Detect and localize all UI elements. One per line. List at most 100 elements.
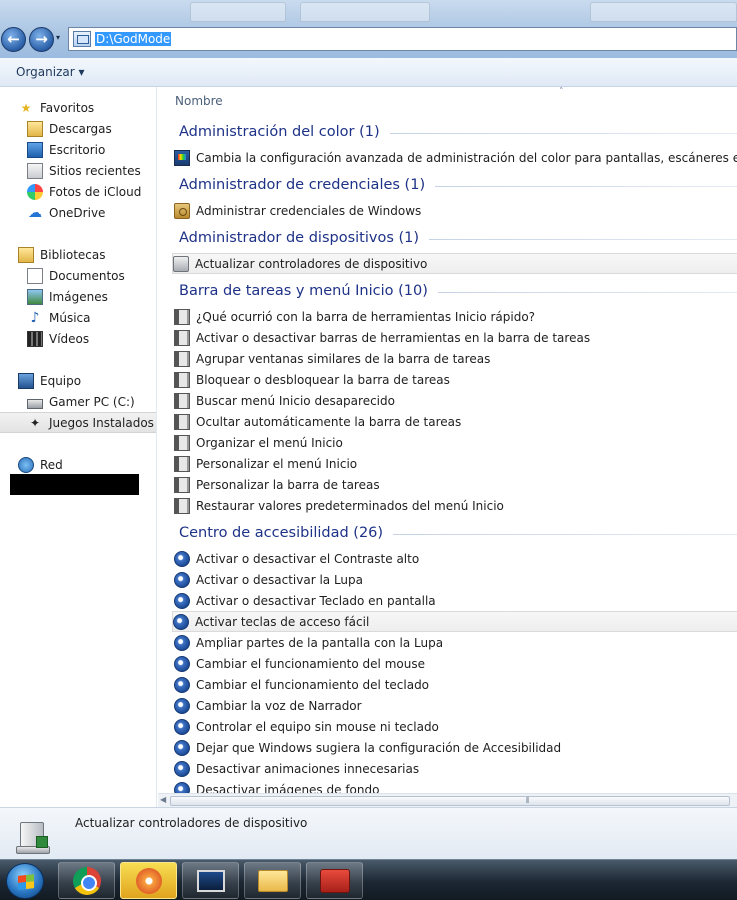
sidebar-item-desktop[interactable]: Escritorio	[27, 139, 105, 160]
sidebar-item-label: Equipo	[40, 373, 82, 388]
group-header[interactable]: Administrador de credenciales (1)	[179, 174, 737, 196]
list-item[interactable]: Ocultar automáticamente la barra de tare…	[174, 411, 737, 432]
group-header[interactable]: Administrador de dispositivos (1)	[179, 227, 737, 249]
playstation-drive-icon: ✦	[29, 415, 41, 430]
background-tab[interactable]	[300, 2, 430, 22]
group-divider	[437, 291, 737, 293]
taskbar-icon	[174, 434, 190, 451]
forward-button[interactable]: →	[29, 27, 54, 52]
credential-vault-icon	[174, 202, 190, 219]
ease-of-access-icon	[174, 718, 190, 735]
list-item[interactable]: Cambiar la voz de Narrador	[174, 695, 737, 716]
start-button[interactable]	[6, 863, 44, 899]
item-label: Personalizar la barra de tareas	[196, 477, 380, 492]
sidebar-item-icloud-photos[interactable]: Fotos de iCloud	[27, 181, 141, 202]
scrollbar-thumb[interactable]: ⦀	[170, 796, 730, 806]
sidebar-favorites[interactable]: ★ Favoritos	[18, 97, 95, 118]
ease-of-access-icon	[174, 571, 190, 588]
sidebar-item-music[interactable]: ♪ Música	[27, 307, 91, 328]
list-item[interactable]: Restaurar valores predeterminados del me…	[174, 495, 737, 516]
ease-of-access-icon	[174, 781, 190, 793]
list-item-selected[interactable]: Actualizar controladores de dispositivo	[172, 253, 737, 274]
list-item[interactable]: Personalizar el menú Inicio	[174, 453, 737, 474]
windows-taskbar	[0, 859, 737, 900]
list-item[interactable]: Activar o desactivar la Lupa	[174, 569, 737, 590]
item-label: Agrupar ventanas similares de la barra d…	[196, 351, 491, 366]
background-tab[interactable]	[590, 2, 737, 22]
taskbar-app-toolbox[interactable]	[306, 862, 363, 899]
list-item[interactable]: Controlar el equipo sin mouse ni teclado	[174, 716, 737, 737]
ease-of-access-icon	[174, 739, 190, 756]
item-label: Actualizar controladores de dispositivo	[195, 256, 428, 271]
chevron-down-icon: ▾	[78, 65, 85, 79]
taskbar-icon	[174, 329, 190, 346]
taskbar-app-display[interactable]	[182, 862, 239, 899]
list-item[interactable]: Organizar el menú Inicio	[174, 432, 737, 453]
folder-icon	[257, 869, 288, 892]
group-title: Administración del color (1)	[179, 124, 380, 140]
taskbar-app-explorer[interactable]	[244, 862, 301, 899]
group-header[interactable]: Barra de tareas y menú Inicio (10)	[179, 280, 737, 302]
file-list: Nombre ˄ Administración del color (1) Ca…	[158, 87, 737, 793]
ease-of-access-icon	[174, 676, 190, 693]
sidebar-item-label: Sitios recientes	[49, 163, 141, 178]
list-item[interactable]: Activar o desactivar Teclado en pantalla	[174, 590, 737, 611]
taskbar-icon	[174, 392, 190, 409]
sidebar-item-downloads[interactable]: Descargas	[27, 118, 112, 139]
group-title: Administrador de dispositivos (1)	[179, 230, 420, 246]
background-tab[interactable]	[190, 2, 286, 22]
taskbar-app-orange[interactable]	[120, 862, 177, 899]
list-item[interactable]: Agrupar ventanas similares de la barra d…	[174, 348, 737, 369]
recent-pages-dropdown[interactable]: ▾	[56, 33, 66, 45]
sidebar-item-drive-d[interactable]: ✦ Juegos Instalados (D	[0, 412, 156, 433]
list-item[interactable]: Personalizar la barra de tareas	[174, 474, 737, 495]
list-item[interactable]: Desactivar animaciones innecesarias	[174, 758, 737, 779]
sidebar-item-recent-places[interactable]: Sitios recientes	[27, 160, 141, 181]
sidebar-item-documents[interactable]: Documentos	[27, 265, 125, 286]
address-path[interactable]: D:\GodMode	[95, 32, 172, 46]
recent-places-icon	[27, 162, 43, 179]
item-label: Cambiar la voz de Narrador	[196, 698, 362, 713]
list-item[interactable]: ¿Qué ocurrió con la barra de herramienta…	[174, 306, 737, 327]
control-panel-icon	[73, 31, 91, 47]
list-item-hovered[interactable]: Activar teclas de acceso fácil	[172, 611, 737, 632]
column-name-header[interactable]: Nombre	[175, 94, 223, 108]
back-button[interactable]: ←	[1, 27, 26, 52]
group-divider	[389, 132, 737, 134]
downloads-folder-icon	[27, 120, 43, 137]
group-header[interactable]: Administración del color (1)	[179, 121, 737, 143]
sidebar-computer[interactable]: Equipo	[18, 370, 81, 391]
ease-of-access-icon	[174, 697, 190, 714]
list-item[interactable]: Ampliar partes de la pantalla con la Lup…	[174, 632, 737, 653]
sidebar-network[interactable]: Red	[18, 454, 63, 475]
list-item[interactable]: Administrar credenciales de Windows	[174, 200, 737, 221]
list-item[interactable]: Activar o desactivar barras de herramien…	[174, 327, 737, 348]
sidebar-item-videos[interactable]: Vídeos	[27, 328, 89, 349]
sidebar-item-label: Juegos Instalados (D	[49, 415, 156, 430]
sidebar-libraries[interactable]: Bibliotecas	[18, 244, 105, 265]
list-item[interactable]: Activar o desactivar el Contraste alto	[174, 548, 737, 569]
horizontal-scrollbar[interactable]: ◀ ⦀	[158, 793, 737, 807]
list-item[interactable]: Bloquear o desbloquear la barra de tarea…	[174, 369, 737, 390]
address-bar[interactable]: D:\GodMode	[68, 27, 737, 51]
scroll-left-icon[interactable]: ◀	[160, 795, 166, 804]
item-label: Administrar credenciales de Windows	[196, 203, 422, 218]
list-item[interactable]: Cambia la configuración avanzada de admi…	[174, 147, 737, 168]
sidebar-item-drive-c[interactable]: Gamer PC (C:)	[27, 391, 135, 412]
column-header: Nombre ˄	[158, 87, 737, 111]
list-item[interactable]: Cambiar el funcionamiento del teclado	[174, 674, 737, 695]
ease-of-access-icon	[174, 655, 190, 672]
sidebar-item-onedrive[interactable]: ☁ OneDrive	[27, 202, 105, 223]
taskbar-app-chrome[interactable]	[58, 862, 115, 899]
organize-menu-button[interactable]: Organizar ▾	[16, 65, 85, 79]
item-label: ¿Qué ocurrió con la barra de herramienta…	[196, 309, 536, 324]
list-item[interactable]: Dejar que Windows sugiera la configuraci…	[174, 737, 737, 758]
list-item[interactable]: Desactivar imágenes de fondo	[174, 779, 737, 793]
group-header[interactable]: Centro de accesibilidad (26)	[179, 522, 737, 544]
taskbar-icon	[174, 371, 190, 388]
list-item[interactable]: Cambiar el funcionamiento del mouse	[174, 653, 737, 674]
sidebar-item-pictures[interactable]: Imágenes	[27, 286, 108, 307]
list-item[interactable]: Buscar menú Inicio desaparecido	[174, 390, 737, 411]
pictures-icon	[27, 288, 43, 305]
group-title: Barra de tareas y menú Inicio (10)	[179, 283, 428, 299]
